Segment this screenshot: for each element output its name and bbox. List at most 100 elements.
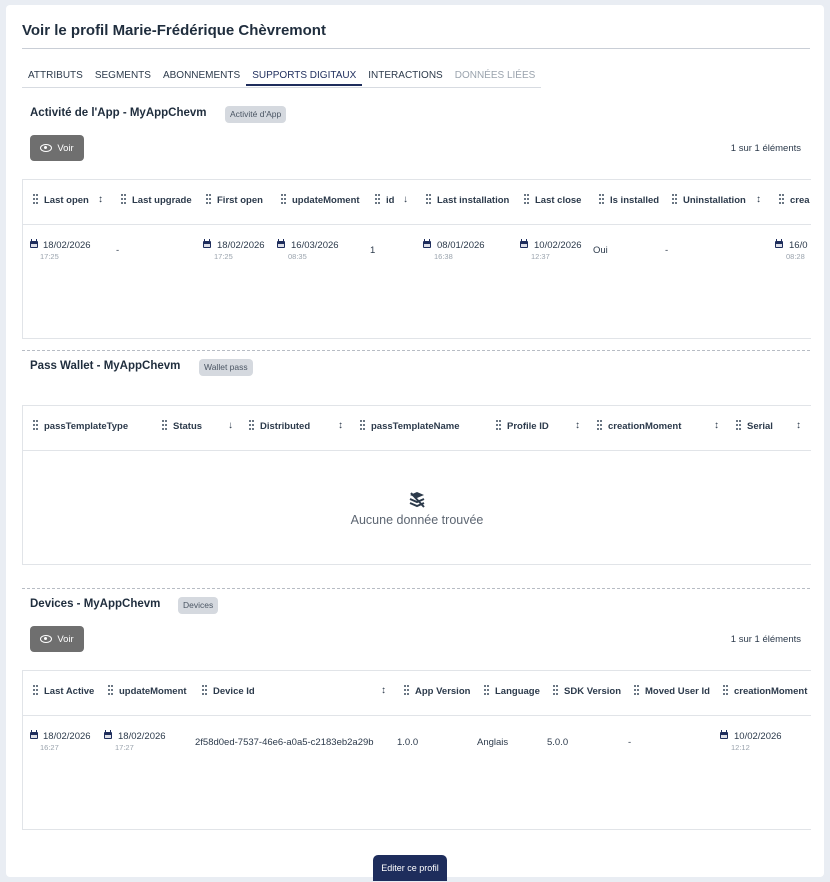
drag-handle-icon[interactable] (779, 194, 784, 204)
drag-handle-icon[interactable] (426, 194, 431, 204)
drag-handle-icon[interactable] (202, 685, 207, 695)
devices-count: 1 sur 1 éléments (730, 634, 801, 645)
drag-handle-icon[interactable] (360, 420, 365, 430)
last-installation-date: 08/01/2026 (437, 240, 485, 251)
devices-table: Last Active updateMoment Device Id ↕ App… (22, 670, 811, 830)
drag-handle-icon[interactable] (33, 194, 38, 204)
column-header[interactable]: SDK Version (564, 686, 621, 697)
column-header[interactable]: updateMoment (119, 686, 187, 697)
drag-handle-icon[interactable] (375, 194, 380, 204)
calendar-icon (720, 730, 728, 739)
empty-state-text: Aucune donnée trouvée (350, 513, 484, 527)
table-header: Last Active updateMoment Device Id ↕ App… (23, 671, 811, 716)
tab-bar: ATTRIBUTS SEGMENTS ABONNEMENTS SUPPORTS … (22, 69, 542, 88)
update-moment-time: 17:27 (115, 743, 134, 752)
sort-icon[interactable]: ↕ (796, 420, 801, 431)
sort-icon[interactable]: ↕ (381, 685, 386, 696)
drag-handle-icon[interactable] (281, 194, 286, 204)
last-active-time: 16:27 (40, 743, 59, 752)
column-header[interactable]: Last close (535, 195, 581, 206)
column-header[interactable]: passTemplateType (44, 421, 128, 432)
drag-handle-icon[interactable] (206, 194, 211, 204)
column-header[interactable]: Last installation (437, 195, 509, 206)
sort-icon[interactable]: ↕ (575, 420, 580, 431)
wallet-table: passTemplateType Status ↓ Distributed ↕ … (22, 405, 811, 565)
drag-handle-icon[interactable] (162, 420, 167, 430)
tab-segments[interactable]: SEGMENTS (89, 69, 157, 86)
calendar-icon (104, 730, 112, 739)
devices-view-button[interactable]: Voir (30, 626, 84, 652)
drag-handle-icon[interactable] (524, 194, 529, 204)
column-header[interactable]: Language (495, 686, 540, 697)
drag-handle-icon[interactable] (599, 194, 604, 204)
tab-interactions[interactable]: INTERACTIONS (362, 69, 448, 86)
drag-handle-icon[interactable] (121, 194, 126, 204)
drag-handle-icon[interactable] (404, 685, 409, 695)
app-activity-view-button[interactable]: Voir (30, 135, 84, 161)
drag-handle-icon[interactable] (249, 420, 254, 430)
last-open-date: 18/02/2026 (43, 240, 91, 251)
wallet-badge: Wallet pass (199, 359, 253, 376)
sort-icon[interactable]: ↕ (714, 420, 719, 431)
app-activity-count: 1 sur 1 éléments (730, 143, 801, 154)
last-upgrade: - (116, 245, 120, 256)
creation-time: 12:12 (731, 743, 750, 752)
column-header[interactable]: First open (217, 195, 263, 206)
sort-desc-icon[interactable]: ↓ (228, 420, 233, 431)
column-header[interactable]: Last upgrade (132, 195, 192, 206)
edit-profile-button[interactable]: Editer ce profil (373, 855, 447, 881)
drag-handle-icon[interactable] (33, 685, 38, 695)
creation-date: 10/02/2026 (734, 731, 782, 742)
column-header[interactable]: Device Id (213, 686, 255, 697)
column-header[interactable]: Profile ID (507, 421, 549, 432)
no-data-icon (409, 492, 425, 508)
sort-icon[interactable]: ↕ (756, 194, 761, 205)
drag-handle-icon[interactable] (553, 685, 558, 695)
drag-handle-icon[interactable] (496, 420, 501, 430)
calendar-icon (277, 239, 285, 248)
column-header[interactable]: creationMoment (608, 421, 681, 432)
first-open-time: 17:25 (214, 252, 233, 261)
drag-handle-icon[interactable] (484, 685, 489, 695)
devices-title: Devices - MyAppChevm (30, 598, 161, 610)
column-header[interactable]: Last open (44, 195, 89, 206)
sort-desc-icon[interactable]: ↓ (403, 194, 408, 205)
tab-abonnements[interactable]: ABONNEMENTS (157, 69, 246, 86)
section-divider (22, 350, 810, 351)
tab-supports-digitaux[interactable]: SUPPORTS DIGITAUX (246, 69, 363, 86)
drag-handle-icon[interactable] (634, 685, 639, 695)
sort-icon[interactable]: ↕ (98, 194, 103, 205)
column-header[interactable]: Is installed (610, 195, 659, 206)
column-header[interactable]: creationMoment (734, 686, 807, 697)
tab-attributs[interactable]: ATTRIBUTS (22, 69, 89, 86)
view-label: Voir (57, 633, 74, 645)
drag-handle-icon[interactable] (672, 194, 677, 204)
eye-icon (40, 635, 53, 643)
update-moment-date: 18/02/2026 (118, 731, 166, 742)
app-activity-title: Activité de l'App - MyAppChevm (30, 107, 207, 119)
app-version: 1.0.0 (397, 737, 419, 748)
column-header[interactable]: updateMoment (292, 195, 360, 206)
drag-handle-icon[interactable] (597, 420, 602, 430)
calendar-icon (30, 730, 38, 739)
column-header[interactable]: Uninstallation (683, 195, 746, 206)
column-header[interactable]: Status (173, 421, 202, 432)
sort-icon[interactable]: ↕ (338, 420, 343, 431)
column-header[interactable]: App Version (415, 686, 470, 697)
column-header[interactable]: id (386, 195, 394, 206)
column-header[interactable]: passTemplateName (371, 421, 460, 432)
column-header[interactable]: Last Active (44, 686, 94, 697)
column-header[interactable]: Distributed (260, 421, 310, 432)
drag-handle-icon[interactable] (108, 685, 113, 695)
sdk-version: 5.0.0 (547, 737, 569, 748)
column-header[interactable]: crea (790, 195, 810, 206)
view-label: Voir (57, 142, 74, 154)
drag-handle-icon[interactable] (736, 420, 741, 430)
calendar-icon (520, 239, 528, 248)
page-title: Voir le profil Marie-Frédérique Chèvremo… (22, 22, 326, 39)
uninstallation: - (665, 245, 669, 256)
drag-handle-icon[interactable] (33, 420, 38, 430)
column-header[interactable]: Moved User Id (645, 686, 710, 697)
drag-handle-icon[interactable] (723, 685, 728, 695)
column-header[interactable]: Serial (747, 421, 773, 432)
